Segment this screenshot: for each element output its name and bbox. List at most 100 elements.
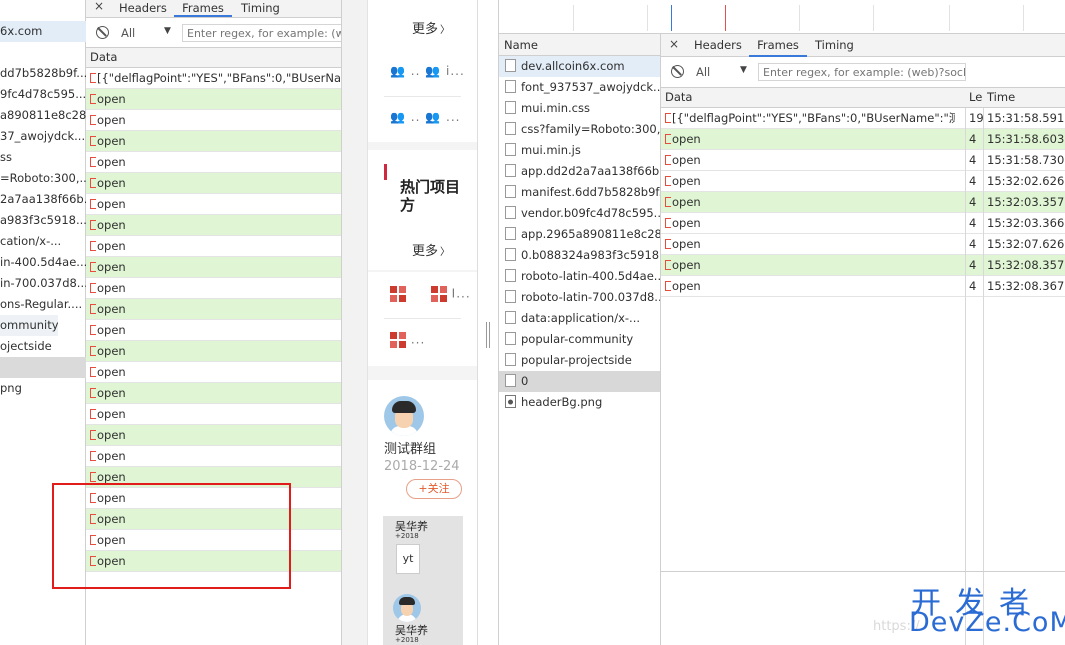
request-row[interactable]: ommunity [0, 315, 58, 336]
frame-row[interactable]: open [86, 404, 341, 425]
network-timeline[interactable] [499, 0, 1065, 34]
frame-row[interactable]: open 4 15:32:08.367 [661, 276, 1065, 297]
data-column-header[interactable]: Data [665, 88, 692, 107]
frame-row[interactable]: open 4 15:32:02.626 [661, 171, 1065, 192]
drag-handle[interactable] [489, 322, 490, 348]
request-row[interactable]: roboto-latin-700.037d8... [499, 287, 660, 308]
request-row[interactable]: roboto-latin-400.5d4ae... [499, 266, 660, 287]
frame-type-select[interactable]: All [696, 65, 710, 79]
frame-row[interactable]: open [86, 425, 341, 446]
community-item[interactable]: 👥 .. 👥 i... [390, 64, 465, 78]
frames-regex-input[interactable] [758, 63, 966, 81]
request-row[interactable]: mui.min.css [499, 98, 660, 119]
request-row[interactable]: =Roboto:300,... [0, 168, 86, 189]
frame-row[interactable]: open [86, 446, 341, 467]
frame-row[interactable]: open [86, 299, 341, 320]
request-row[interactable]: 0.b088324a983f3c5918... [499, 245, 660, 266]
group-name[interactable]: 测试群组 [384, 438, 436, 457]
time-column-header[interactable]: Time [987, 88, 1015, 107]
frames-regex-input[interactable] [182, 24, 341, 42]
request-row[interactable]: 9fc4d78c595... [0, 84, 86, 105]
name-column-header[interactable]: Name [499, 34, 660, 56]
frame-row[interactable]: open [86, 215, 341, 236]
tab-timing[interactable]: Timing [815, 34, 854, 57]
follow-button[interactable]: +关注 [406, 479, 462, 499]
request-row[interactable]: in-400.5d4ae... [0, 252, 86, 273]
frame-row[interactable]: open 4 15:32:07.626 [661, 234, 1065, 255]
request-row[interactable]: ons-Regular.... [0, 294, 86, 315]
request-row[interactable]: 6x.com [0, 21, 86, 42]
request-row[interactable]: data:application/x-... [499, 308, 660, 329]
request-row[interactable]: png [0, 378, 86, 399]
frame-row[interactable]: open 4 15:31:58.730 [661, 150, 1065, 171]
frame-row[interactable]: open [86, 320, 341, 341]
request-row[interactable]: app.2965a890811e8c28... [499, 224, 660, 245]
request-row[interactable]: 2a7aa138f66b... [0, 189, 86, 210]
request-row[interactable]: headerBg.png [499, 392, 660, 413]
request-row[interactable]: css?family=Roboto:300,... [499, 119, 660, 140]
request-row[interactable]: in-700.037d8... [0, 273, 86, 294]
frame-row[interactable]: open [86, 173, 341, 194]
avatar[interactable] [384, 396, 424, 436]
more-link[interactable]: 更多 [412, 240, 450, 259]
resize-gutter[interactable] [479, 0, 498, 645]
data-column-header[interactable]: Data [86, 48, 341, 68]
request-row[interactable]: 37_awojydck... [0, 126, 86, 147]
frame-row[interactable]: open [86, 257, 341, 278]
request-row[interactable]: manifest.6dd7b5828b9f... [499, 182, 660, 203]
frame-row[interactable]: [{"delflagPoint":"YES","BFans":0,"BUserN… [86, 68, 341, 89]
frame-row[interactable]: open [86, 152, 341, 173]
frame-row[interactable]: open [86, 131, 341, 152]
frame-row[interactable]: open [86, 110, 341, 131]
drag-handle[interactable] [486, 322, 487, 348]
request-row[interactable] [0, 42, 86, 63]
frame-row[interactable]: open [86, 89, 341, 110]
request-row[interactable] [0, 357, 86, 378]
frame-row[interactable]: open [86, 383, 341, 404]
project-item[interactable]: I... [390, 286, 471, 302]
avatar[interactable] [393, 594, 421, 622]
frame-row[interactable]: open [86, 362, 341, 383]
tab-headers[interactable]: Headers [119, 0, 167, 17]
request-row[interactable]: popular-community [499, 329, 660, 350]
request-row[interactable]: mui.min.js [499, 140, 660, 161]
frame-row[interactable]: [{"delflagPoint":"YES","BFans":0,"BUserN… [661, 108, 1065, 129]
clear-block-icon[interactable] [96, 26, 109, 39]
request-row[interactable]: vendor.b09fc4d78c595... [499, 203, 660, 224]
project-item[interactable]: ... [390, 332, 425, 348]
length-column-header[interactable]: Le [969, 88, 982, 107]
frame-row[interactable]: open [86, 278, 341, 299]
member-chip[interactable]: yt [396, 544, 420, 574]
request-row[interactable]: a983f3c5918... [0, 210, 86, 231]
frame-type-select[interactable]: All [121, 26, 135, 40]
tab-headers[interactable]: Headers [694, 34, 742, 57]
chevron-down-icon[interactable]: ▼ [740, 65, 747, 75]
frame-row[interactable]: open 4 15:32:03.357 [661, 192, 1065, 213]
tab-frames[interactable]: Frames [749, 34, 807, 57]
frame-row[interactable]: open [86, 236, 341, 257]
chevron-down-icon[interactable]: ▼ [164, 26, 171, 36]
frame-row[interactable]: open 4 15:32:03.366 [661, 213, 1065, 234]
request-row[interactable]: cation/x-... [0, 231, 86, 252]
frame-row[interactable]: open [86, 341, 341, 362]
request-row[interactable]: font_937537_awojydck... [499, 77, 660, 98]
request-row[interactable]: ojectside [0, 336, 86, 357]
frame-row[interactable]: open [86, 194, 341, 215]
close-icon[interactable]: × [94, 0, 104, 13]
request-row[interactable]: a890811e8c28... [0, 105, 86, 126]
frame-row[interactable]: open 4 15:32:08.357 [661, 255, 1065, 276]
clear-block-icon[interactable] [671, 65, 684, 78]
request-row[interactable]: popular-projectside [499, 350, 660, 371]
request-row[interactable]: dd7b5828b9f... [0, 63, 86, 84]
request-row[interactable]: 0 [499, 371, 660, 392]
panel-splitter[interactable] [342, 0, 368, 645]
community-item[interactable]: 👥 .. 👥 ... [390, 110, 460, 124]
request-row[interactable]: app.dd2d2a7aa138f66b... [499, 161, 660, 182]
frame-row[interactable]: open 4 15:31:58.603 [661, 129, 1065, 150]
tab-timing[interactable]: Timing [241, 0, 280, 17]
tab-frames[interactable]: Frames [174, 0, 232, 17]
request-row[interactable]: ss [0, 147, 86, 168]
request-row[interactable]: dev.allcoin6x.com [499, 56, 660, 77]
close-icon[interactable]: × [669, 37, 679, 51]
more-link[interactable]: 更多 [412, 18, 450, 37]
